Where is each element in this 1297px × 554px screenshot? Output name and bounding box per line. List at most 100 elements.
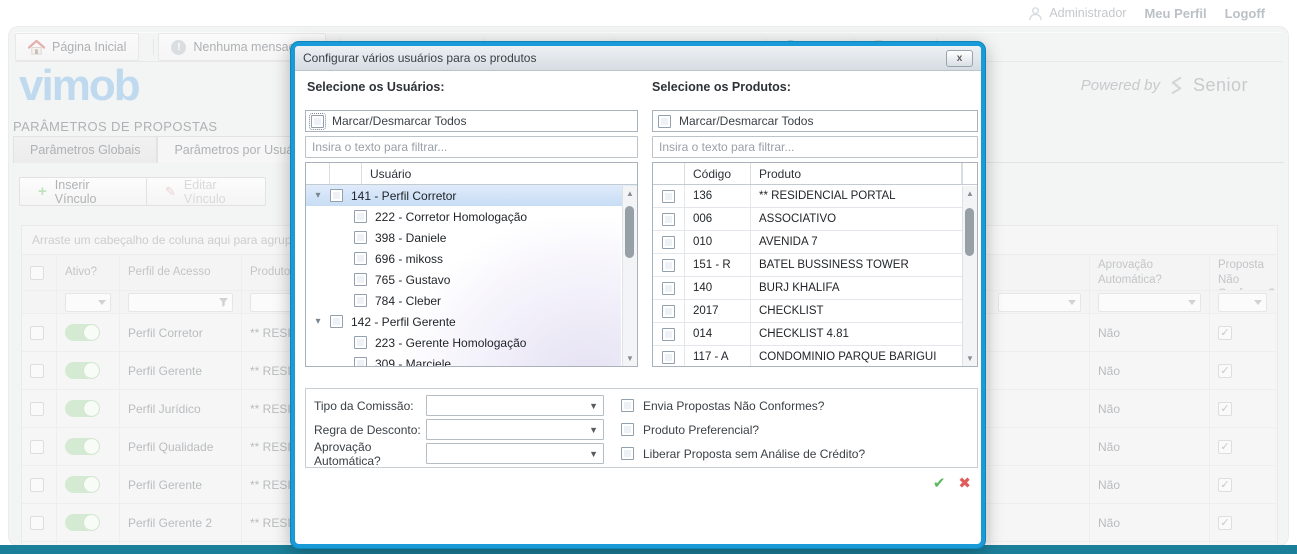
- tree-node-user[interactable]: 398 - Daniele: [306, 227, 637, 248]
- node-label: 223 - Gerente Homologação: [375, 336, 526, 350]
- dropdown-icon: ▼: [589, 401, 598, 411]
- commission-type-select[interactable]: ▼: [426, 395, 604, 416]
- node-checkbox[interactable]: [354, 294, 367, 307]
- expand-icon[interactable]: ▾: [306, 316, 330, 327]
- product-checkbox[interactable]: [662, 236, 675, 249]
- tree-node-user[interactable]: 223 - Gerente Homologação: [306, 332, 637, 353]
- users-tree-header: Usuário: [306, 163, 637, 185]
- auto-approval-select[interactable]: ▼: [426, 443, 604, 464]
- node-checkbox[interactable]: [354, 210, 367, 223]
- discount-rule-label: Regra de Desconto:: [314, 423, 426, 437]
- product-code: 2017: [685, 300, 751, 322]
- products-toggle-all-checkbox[interactable]: [658, 115, 671, 128]
- node-label: 309 - Marciele: [375, 357, 451, 368]
- non-conform-option[interactable]: Envia Propostas Não Conformes?: [621, 399, 824, 413]
- product-code: 136: [685, 185, 751, 207]
- no-credit-analysis-option[interactable]: Liberar Proposta sem Análise de Crédito?: [621, 447, 865, 461]
- preferred-product-checkbox[interactable]: [621, 423, 634, 436]
- product-row[interactable]: 117 - A CONDOMINIO PARQUE BARIGUI: [653, 346, 977, 367]
- node-checkbox[interactable]: [354, 231, 367, 244]
- product-code: 151 - R: [685, 254, 751, 276]
- products-toggle-all-label: Marcar/Desmarcar Todos: [679, 114, 813, 128]
- node-checkbox[interactable]: [330, 315, 343, 328]
- products-table: Código Produto 136 ** RESIDENCIAL PORTAL…: [652, 162, 978, 367]
- product-checkbox[interactable]: [662, 190, 675, 203]
- products-toggle-all[interactable]: Marcar/Desmarcar Todos: [652, 110, 978, 132]
- products-section-heading: Selecione os Produtos:: [652, 80, 791, 94]
- users-toggle-all-label: Marcar/Desmarcar Todos: [332, 114, 466, 128]
- discount-rule-select[interactable]: ▼: [426, 419, 604, 440]
- no-credit-analysis-label: Liberar Proposta sem Análise de Crédito?: [643, 447, 865, 461]
- users-scrollbar[interactable]: ▲ ▼: [622, 186, 637, 366]
- product-row[interactable]: 006 ASSOCIATIVO: [653, 208, 977, 231]
- product-row[interactable]: 136 ** RESIDENCIAL PORTAL: [653, 185, 977, 208]
- product-code: 014: [685, 323, 751, 345]
- product-checkbox[interactable]: [662, 282, 675, 295]
- node-checkbox[interactable]: [354, 357, 367, 367]
- product-checkbox[interactable]: [662, 305, 675, 318]
- users-tree: Usuário ▾ 141 - Perfil Corretor 222 - Co…: [305, 162, 638, 367]
- preferred-product-label: Produto Preferencial?: [643, 423, 759, 437]
- users-section-heading: Selecione os Usuários:: [307, 80, 445, 94]
- scrollbar-thumb[interactable]: [965, 208, 974, 256]
- product-checkbox[interactable]: [662, 351, 675, 364]
- tree-node-user[interactable]: 765 - Gustavo: [306, 269, 637, 290]
- scroll-up-icon[interactable]: ▲: [963, 189, 977, 198]
- node-label: 765 - Gustavo: [375, 273, 450, 287]
- auto-approval-label: Aprovação Automática?: [314, 440, 426, 468]
- product-name: ASSOCIATIVO: [751, 213, 836, 225]
- users-toggle-all-checkbox[interactable]: [311, 115, 324, 128]
- product-checkbox[interactable]: [662, 328, 675, 341]
- users-toggle-all[interactable]: Marcar/Desmarcar Todos: [305, 110, 638, 132]
- tree-node-group[interactable]: ▾ 142 - Perfil Gerente: [306, 311, 637, 332]
- users-filter-input[interactable]: [305, 136, 638, 158]
- dialog-titlebar[interactable]: Configurar vários usuários para os produ…: [295, 46, 981, 71]
- node-checkbox[interactable]: [354, 273, 367, 286]
- tree-node-user[interactable]: 784 - Cleber: [306, 290, 637, 311]
- products-scrollbar[interactable]: ▲ ▼: [962, 186, 977, 366]
- product-code: 140: [685, 277, 751, 299]
- product-checkbox[interactable]: [662, 213, 675, 226]
- product-row[interactable]: 014 CHECKLIST 4.81: [653, 323, 977, 346]
- scroll-up-icon[interactable]: ▲: [623, 189, 637, 198]
- non-conform-checkbox[interactable]: [621, 399, 634, 412]
- product-row[interactable]: 151 - R BATEL BUSSINESS TOWER: [653, 254, 977, 277]
- node-label: 141 - Perfil Corretor: [351, 189, 456, 203]
- cancel-button[interactable]: ✖: [958, 474, 971, 492]
- product-name: BURJ KHALIFA: [751, 282, 840, 294]
- node-label: 696 - mikoss: [375, 252, 443, 266]
- node-checkbox[interactable]: [330, 189, 343, 202]
- product-row[interactable]: 010 AVENIDA 7: [653, 231, 977, 254]
- node-label: 784 - Cleber: [375, 294, 441, 308]
- expand-icon[interactable]: ▾: [306, 190, 330, 201]
- products-filter-input[interactable]: [652, 136, 978, 158]
- product-code: 006: [685, 208, 751, 230]
- tree-node-user[interactable]: 696 - mikoss: [306, 248, 637, 269]
- node-checkbox[interactable]: [354, 336, 367, 349]
- commission-type-label: Tipo da Comissão:: [314, 399, 426, 413]
- users-column-header[interactable]: Usuário: [362, 163, 637, 184]
- tree-node-user[interactable]: 222 - Corretor Homologação: [306, 206, 637, 227]
- product-checkbox[interactable]: [662, 259, 675, 272]
- scroll-down-icon[interactable]: ▼: [963, 354, 977, 363]
- product-row[interactable]: 2017 CHECKLIST: [653, 300, 977, 323]
- scroll-down-icon[interactable]: ▼: [623, 354, 637, 363]
- dialog-title: Configurar vários usuários para os produ…: [303, 51, 536, 65]
- node-checkbox[interactable]: [354, 252, 367, 265]
- close-button[interactable]: x: [946, 50, 973, 67]
- header-spacer: [653, 163, 685, 184]
- preferred-product-option[interactable]: Produto Preferencial?: [621, 423, 759, 437]
- product-code: 117 - A: [685, 346, 751, 367]
- node-label: 222 - Corretor Homologação: [375, 210, 527, 224]
- tree-node-group[interactable]: ▾ 141 - Perfil Corretor: [306, 185, 637, 206]
- produto-column-header[interactable]: Produto: [751, 163, 962, 184]
- page: Administrador Meu Perfil Logoff Página I…: [0, 0, 1297, 554]
- codigo-column-header[interactable]: Código: [685, 163, 751, 184]
- product-row[interactable]: 140 BURJ KHALIFA: [653, 277, 977, 300]
- scrollbar-thumb[interactable]: [625, 206, 634, 258]
- products-table-header: Código Produto: [653, 163, 977, 185]
- confirm-button[interactable]: ✔: [933, 474, 946, 492]
- users-panel: Marcar/Desmarcar Todos Usuário ▾ 141 - P…: [305, 110, 638, 367]
- no-credit-analysis-checkbox[interactable]: [621, 447, 634, 460]
- tree-node-user[interactable]: 309 - Marciele: [306, 353, 637, 367]
